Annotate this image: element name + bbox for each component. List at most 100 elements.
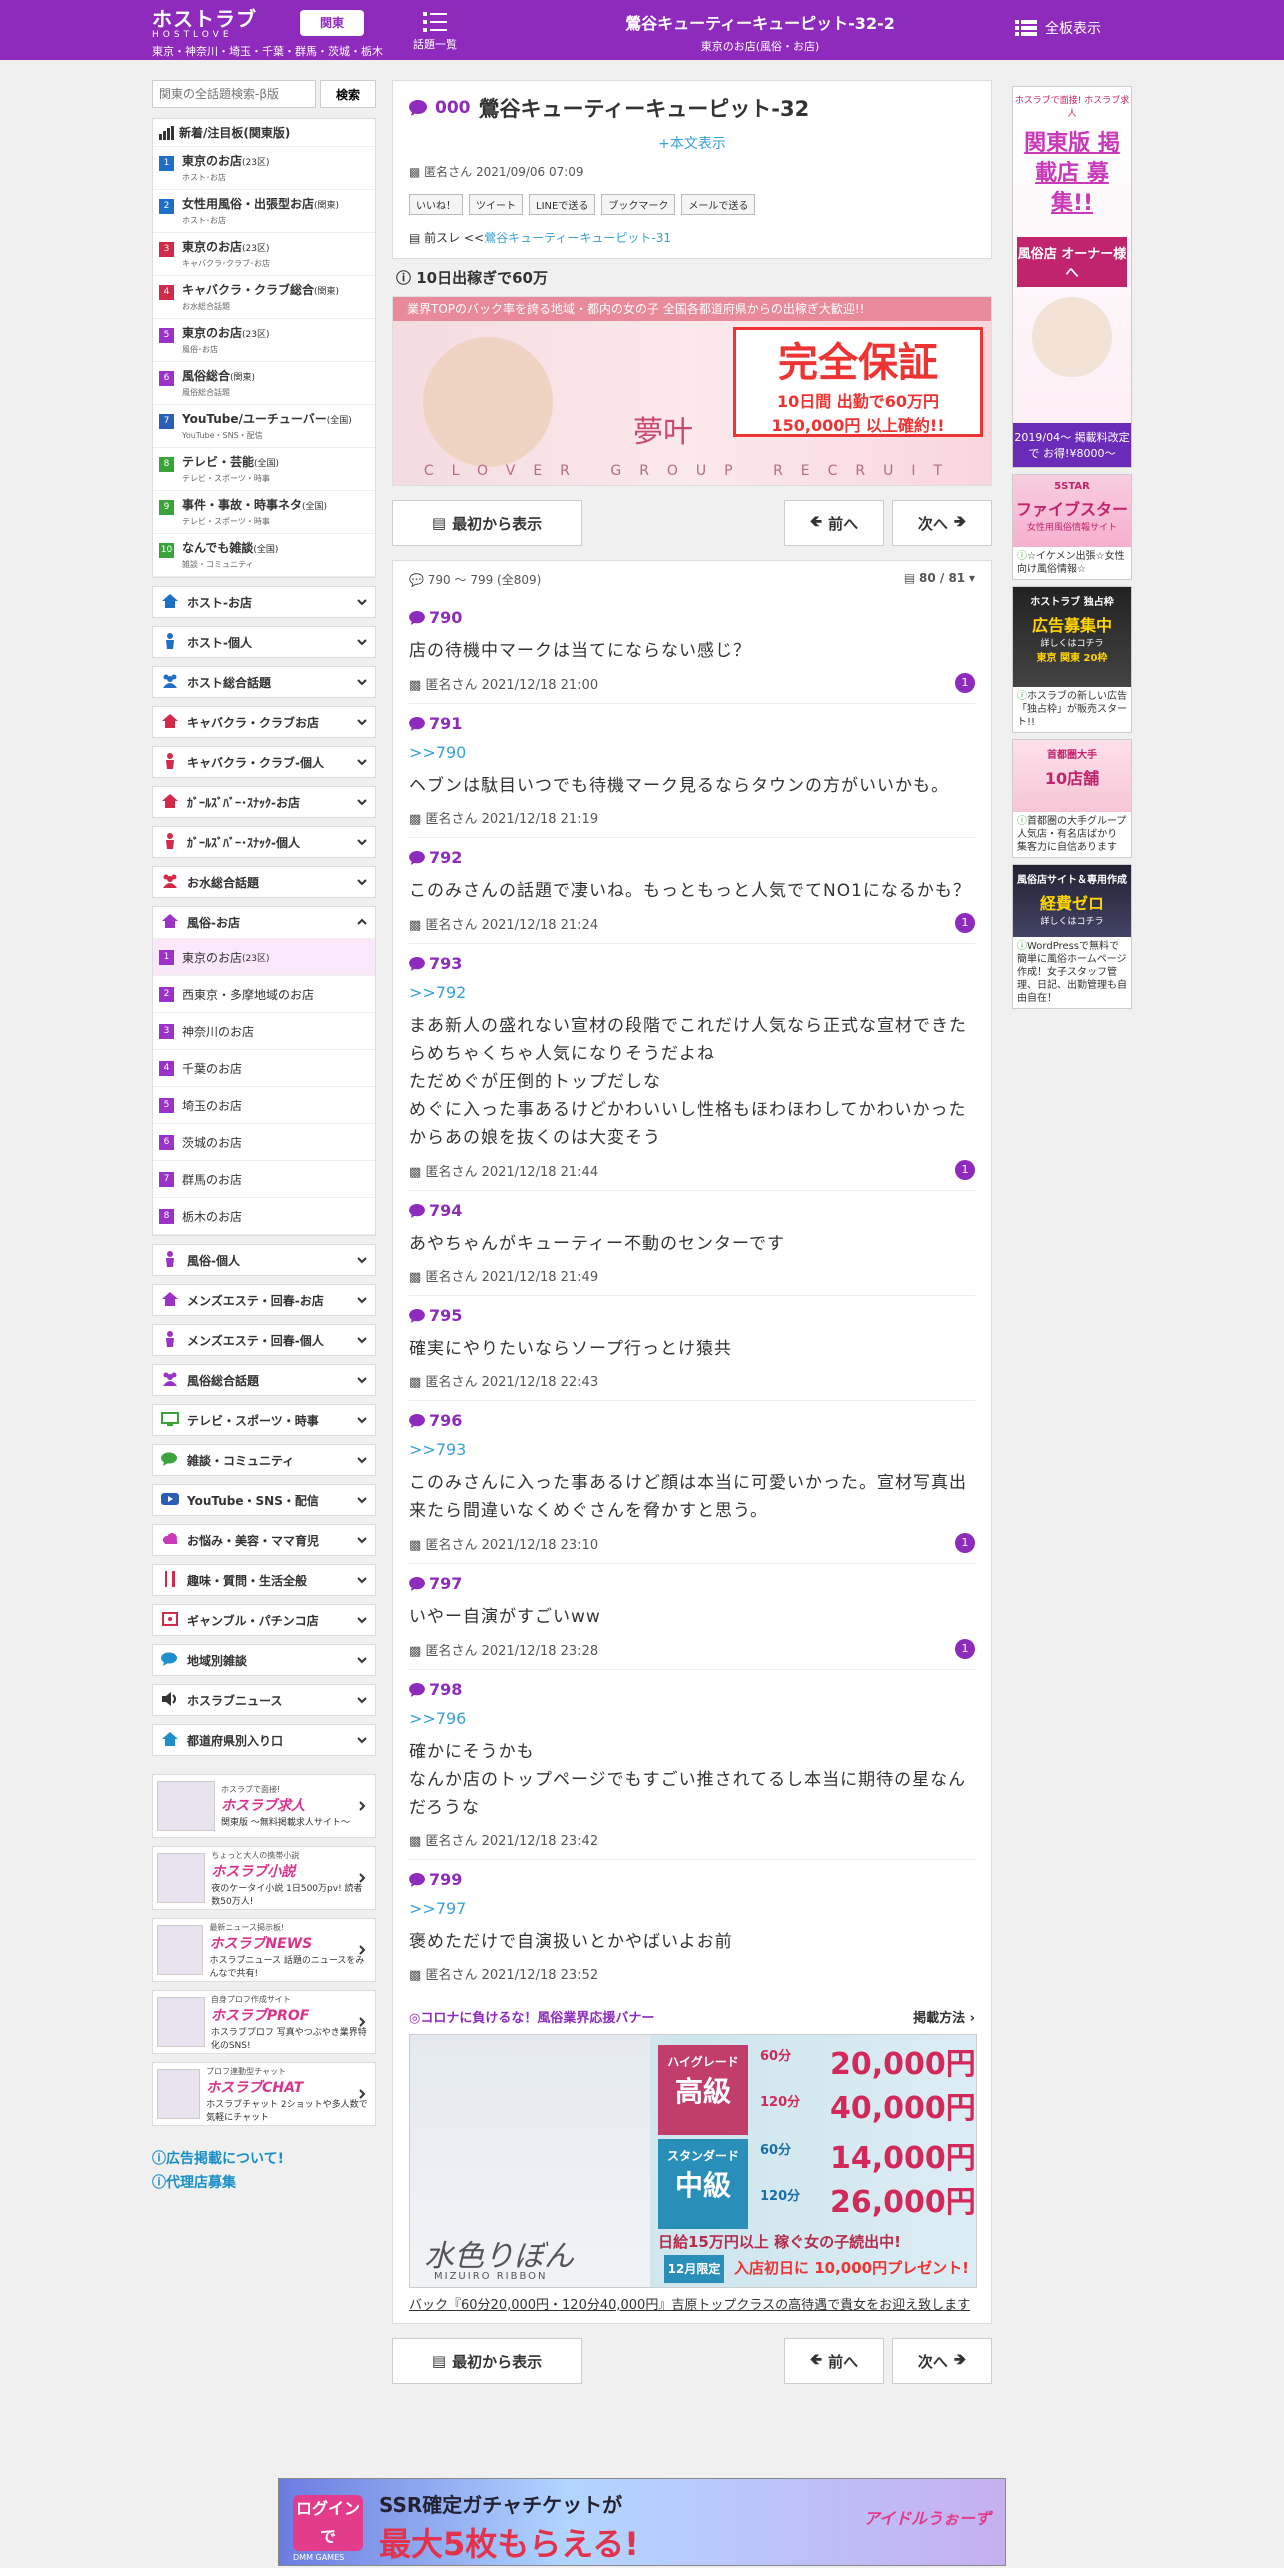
fuzoku-sub-item[interactable]: 5 埼玉のお店 bbox=[153, 1087, 375, 1124]
reply-anchor[interactable]: >>796 bbox=[409, 1709, 975, 1728]
board-item[interactable]: 2 女性用風俗・出張型お店(関東) ホスト･お店 bbox=[153, 190, 375, 233]
reply-count-badge[interactable]: 1 bbox=[955, 1639, 975, 1659]
next-page-button[interactable]: 次へ 🡺 bbox=[892, 500, 992, 546]
next-page-button-bottom[interactable]: 次へ 🡺 bbox=[892, 2338, 992, 2384]
category-row[interactable]: ホスト-お店 bbox=[152, 586, 376, 618]
fuzoku-sub-item[interactable]: 8 栃木のお店 bbox=[153, 1198, 375, 1235]
category-row[interactable]: YouTube・SNS・配信 bbox=[152, 1484, 376, 1516]
search-input[interactable] bbox=[152, 80, 316, 108]
reply-anchor[interactable]: >>797 bbox=[409, 1899, 975, 1918]
corona-banner[interactable]: 水色りぼん MIZUIRO RIBBON ハイグレード 高級 スタンダード 中級… bbox=[409, 2034, 977, 2288]
category-row[interactable]: 風俗総合話題 bbox=[152, 1364, 376, 1396]
category-row[interactable]: テレビ・スポーツ・時事 bbox=[152, 1404, 376, 1436]
category-row[interactable]: メンズエステ・回春-個人 bbox=[152, 1324, 376, 1356]
promo-banner[interactable]: 業界TOPのバック率を誇る地域・都内の女の子 全国各都道府県からの出稼ぎ大歓迎!… bbox=[392, 296, 992, 486]
search-button[interactable]: 検索 bbox=[320, 80, 376, 108]
show-body-link[interactable]: +本文表示 bbox=[409, 133, 975, 153]
site-banner[interactable]: 最新ニュース掲示板! ホスラブNEWS ホスラブニュース 話題のニュースをみんなで共… bbox=[152, 1918, 376, 1982]
sidebar-link[interactable]: ⓘ代理店募集 bbox=[152, 2172, 376, 2192]
board-item[interactable]: 5 東京のお店(23区) 風俗･お店 bbox=[153, 319, 375, 362]
fuzoku-sub-item[interactable]: 4 千葉のお店 bbox=[153, 1050, 375, 1087]
category-row[interactable]: お悩み・美容・ママ育児 bbox=[152, 1524, 376, 1556]
fuzoku-header[interactable]: 風俗-お店 bbox=[153, 907, 375, 939]
reply-anchor[interactable]: >>790 bbox=[409, 743, 975, 762]
page-selector[interactable]: ▤ 80 / 81 ▾ bbox=[904, 571, 975, 588]
prev-page-button[interactable]: 🡸 前へ bbox=[784, 500, 884, 546]
first-page-button-bottom[interactable]: ▤ 最初から表示 bbox=[392, 2338, 582, 2384]
board-item[interactable]: 1 東京のお店(23区) ホスト･お店 bbox=[153, 147, 375, 190]
reply-count-badge[interactable]: 1 bbox=[955, 1160, 975, 1180]
board-item[interactable]: 8 テレビ・芸能(全国) テレビ・スポーツ・時事 bbox=[153, 448, 375, 491]
post-number[interactable]: 790 bbox=[409, 608, 975, 627]
fuzoku-sub-item[interactable]: 7 群馬のお店 bbox=[153, 1161, 375, 1198]
category-row[interactable]: 趣味・質問・生活全般 bbox=[152, 1564, 376, 1596]
category-row[interactable]: 地域別雑談 bbox=[152, 1644, 376, 1676]
bottom-ad-banner[interactable]: ログインで SSR確定ガチャチケットが 最大5枚もらえる! DMM GAMES … bbox=[278, 2478, 1006, 2566]
post-number[interactable]: 795 bbox=[409, 1306, 975, 1325]
category-row[interactable]: メンズエステ・回春-お店 bbox=[152, 1284, 376, 1316]
fuzoku-sub-item[interactable]: 3 神奈川のお店 bbox=[153, 1013, 375, 1050]
board-name: 東京のお店(23区) bbox=[182, 239, 270, 258]
board-item[interactable]: 4 キャバクラ・クラブ総合(関東) お水総合話題 bbox=[153, 276, 375, 319]
post-number[interactable]: 796 bbox=[409, 1411, 975, 1430]
reply-count-badge[interactable]: 1 bbox=[955, 913, 975, 933]
fuzoku-sub-item[interactable]: 6 茨城のお店 bbox=[153, 1124, 375, 1161]
category-row[interactable]: ホスト総合話題 bbox=[152, 666, 376, 698]
category-row[interactable]: 都道府県別入り口 bbox=[152, 1724, 376, 1756]
category-row[interactable]: キャバクラ・クラブ-個人 bbox=[152, 746, 376, 778]
site-banner[interactable]: ホスラブで面接! ホスラブ求人 関東版 〜無料掲載求人サイト〜 bbox=[152, 1774, 376, 1838]
topics-button[interactable]: 話題一覧 bbox=[410, 10, 460, 52]
board-item[interactable]: 10 なんでも雑談(全国) 雑談・コミュニティ bbox=[153, 534, 375, 577]
right-ad[interactable]: 首都圏大手 10店舗 ⓘ首都圏の大手グループ 人気店・有名店ばかり 集客力に自信… bbox=[1012, 739, 1132, 858]
region-button[interactable]: 関東 bbox=[300, 10, 364, 36]
fuzoku-sub-item[interactable]: 1 東京のお店 (23区) bbox=[153, 939, 375, 976]
post-number[interactable]: 794 bbox=[409, 1201, 975, 1220]
category-row[interactable]: 風俗-個人 bbox=[152, 1244, 376, 1276]
right-ad-text: ⓘ首都圏の大手グループ 人気店・有名店ばかり 集客力に自信あります bbox=[1013, 812, 1131, 857]
sidebar-link[interactable]: ⓘ広告掲載について! bbox=[152, 2148, 376, 2168]
first-page-button[interactable]: ▤ 最初から表示 bbox=[392, 500, 582, 546]
site-banner[interactable]: プロフ連動型チャット ホスラブCHAT ホスラブチャット 2ショットや多人数で気軽に… bbox=[152, 2062, 376, 2126]
category-row[interactable]: ギャンブル・パチンコ店 bbox=[152, 1604, 376, 1636]
category-row[interactable]: ｶﾞｰﾙｽﾞﾊﾞｰ･ｽﾅｯｸ-個人 bbox=[152, 826, 376, 858]
fuzoku-sub-item[interactable]: 2 西東京・多摩地域のお店 bbox=[153, 976, 375, 1013]
post-number[interactable]: 798 bbox=[409, 1680, 975, 1699]
reply-count-badge[interactable]: 1 bbox=[955, 1533, 975, 1553]
share-button[interactable]: メールで送る bbox=[681, 194, 756, 215]
board-item[interactable]: 9 事件・事故・時事ネタ(全国) テレビ・スポーツ・時事 bbox=[153, 491, 375, 534]
category-row[interactable]: ホスラブニュース bbox=[152, 1684, 376, 1716]
right-ad[interactable]: 5STAR ファイブスター 女性用風俗情報サイト ⓘ☆イケメン出張☆女性向け風俗… bbox=[1012, 474, 1132, 580]
ad-big: 10店舗 bbox=[1044, 769, 1100, 788]
reply-anchor[interactable]: >>792 bbox=[409, 983, 975, 1002]
share-button[interactable]: ツイート bbox=[469, 194, 523, 215]
site-logo[interactable]: ホストラブ HOSTLOVE bbox=[152, 8, 292, 40]
post-number[interactable]: 792 bbox=[409, 848, 975, 867]
post-number[interactable]: 799 bbox=[409, 1870, 975, 1889]
right-ad[interactable]: ホストラブ 独占枠 広告募集中 詳しくはコチラ 東京 関東 20枠 ⓘホスラブの新… bbox=[1012, 586, 1132, 733]
share-button[interactable]: いいね！ bbox=[409, 194, 463, 215]
full-board-button[interactable]: 全板表示 bbox=[1015, 18, 1101, 38]
site-banner[interactable]: ちょっと大人の携帯小説 ホスラブ小説 夜のケータイ小説 1日500万pv! 読者数5… bbox=[152, 1846, 376, 1910]
corona-caption[interactable]: バック『60分20,000円・120分40,000円』吉原トップクラスの高待遇で… bbox=[409, 2288, 975, 2323]
right-ad[interactable]: 風俗店サイト＆専用作成 経費ゼロ 詳しくはコチラ ⓘWordPressで無料で簡… bbox=[1012, 864, 1132, 1009]
category-row[interactable]: ｶﾞｰﾙｽﾞﾊﾞｰ･ｽﾅｯｸ-お店 bbox=[152, 786, 376, 818]
site-banner[interactable]: 自身プロフ作成サイト ホスラブPROF ホスラブプロフ 写真やつぶやき業界特化のSN… bbox=[152, 1990, 376, 2054]
category-row[interactable]: 雑談・コミュニティ bbox=[152, 1444, 376, 1476]
board-item[interactable]: 6 風俗総合(関東) 風俗総合話題 bbox=[153, 362, 375, 405]
share-button[interactable]: ブックマーク bbox=[601, 194, 676, 215]
category-row[interactable]: キャバクラ・クラブお店 bbox=[152, 706, 376, 738]
previous-thread-link[interactable]: 鶯谷キューティーキューピット-31 bbox=[484, 231, 671, 245]
post-number[interactable]: 791 bbox=[409, 714, 975, 733]
post-number[interactable]: 797 bbox=[409, 1574, 975, 1593]
share-button[interactable]: LINEで送る bbox=[529, 194, 596, 215]
right-ad[interactable]: ホスラブで面接! ホスラブ求人 関東版 掲載店 募集!! 風俗店 オーナー様へ … bbox=[1012, 86, 1132, 468]
corona-method-link[interactable]: 掲載方法 › bbox=[913, 2007, 975, 2026]
prev-page-button-bottom[interactable]: 🡸 前へ bbox=[784, 2338, 884, 2384]
post-number[interactable]: 793 bbox=[409, 954, 975, 973]
reply-anchor[interactable]: >>793 bbox=[409, 1440, 975, 1459]
reply-count-badge[interactable]: 1 bbox=[955, 673, 975, 693]
category-row[interactable]: お水総合話題 bbox=[152, 866, 376, 898]
board-item[interactable]: 7 YouTube/ユーチューバー(全国) YouTube・SNS・配信 bbox=[153, 405, 375, 448]
category-row[interactable]: ホスト-個人 bbox=[152, 626, 376, 658]
board-item[interactable]: 3 東京のお店(23区) キャバクラ･クラブ･お店 bbox=[153, 233, 375, 276]
